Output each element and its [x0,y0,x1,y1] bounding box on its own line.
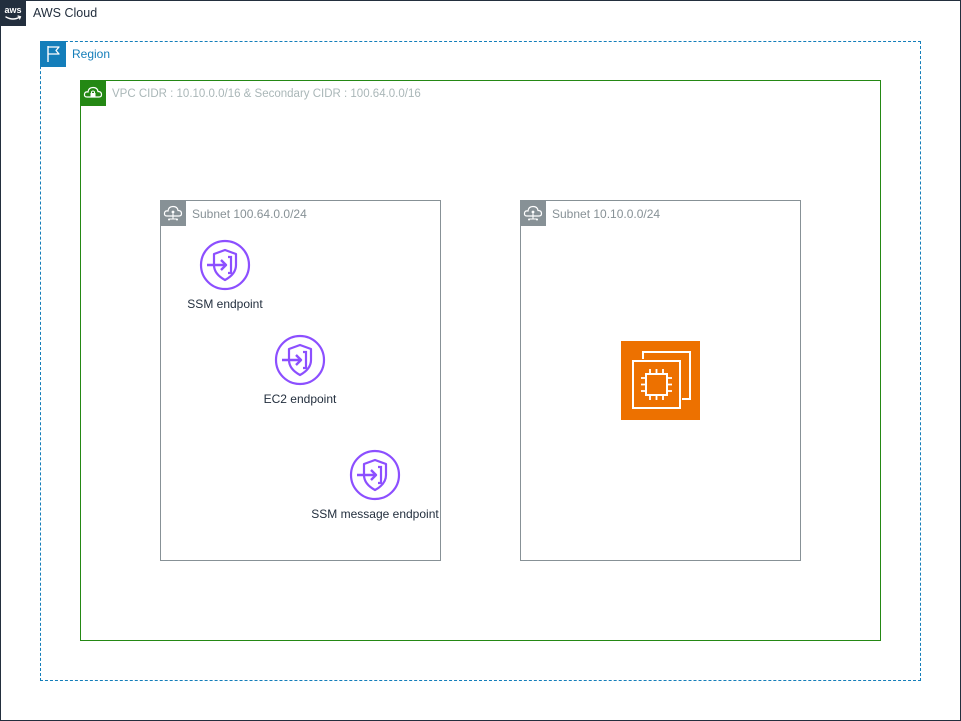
subnet-cloud-icon [160,200,186,226]
subnet-label-left: Subnet 100.64.0.0/24 [192,207,307,221]
aws-logo-icon: aws [0,0,26,26]
vpc-label: VPC CIDR : 10.10.0.0/16 & Secondary CIDR… [112,88,421,100]
ec2-instance-icon[interactable] [621,341,700,420]
ec2-endpoint-label: EC2 endpoint [263,392,337,406]
vpc-endpoint-icon[interactable] [274,334,326,386]
subnet-label-right: Subnet 10.10.0.0/24 [552,207,661,221]
vpc-endpoint-icon[interactable] [199,239,251,291]
ssm-endpoint-label: SSM endpoint [187,297,263,311]
svg-text:aws: aws [4,5,21,15]
vpc-lock-cloud-icon [80,80,106,106]
region-flag-icon [40,41,66,67]
aws-cloud-label: AWS Cloud [33,6,98,20]
vpc-endpoint-icon[interactable] [349,449,401,501]
ssm-message-endpoint-label: SSM message endpoint [311,507,439,521]
region-label: Region [72,47,111,61]
subnet-cloud-icon [520,200,546,226]
